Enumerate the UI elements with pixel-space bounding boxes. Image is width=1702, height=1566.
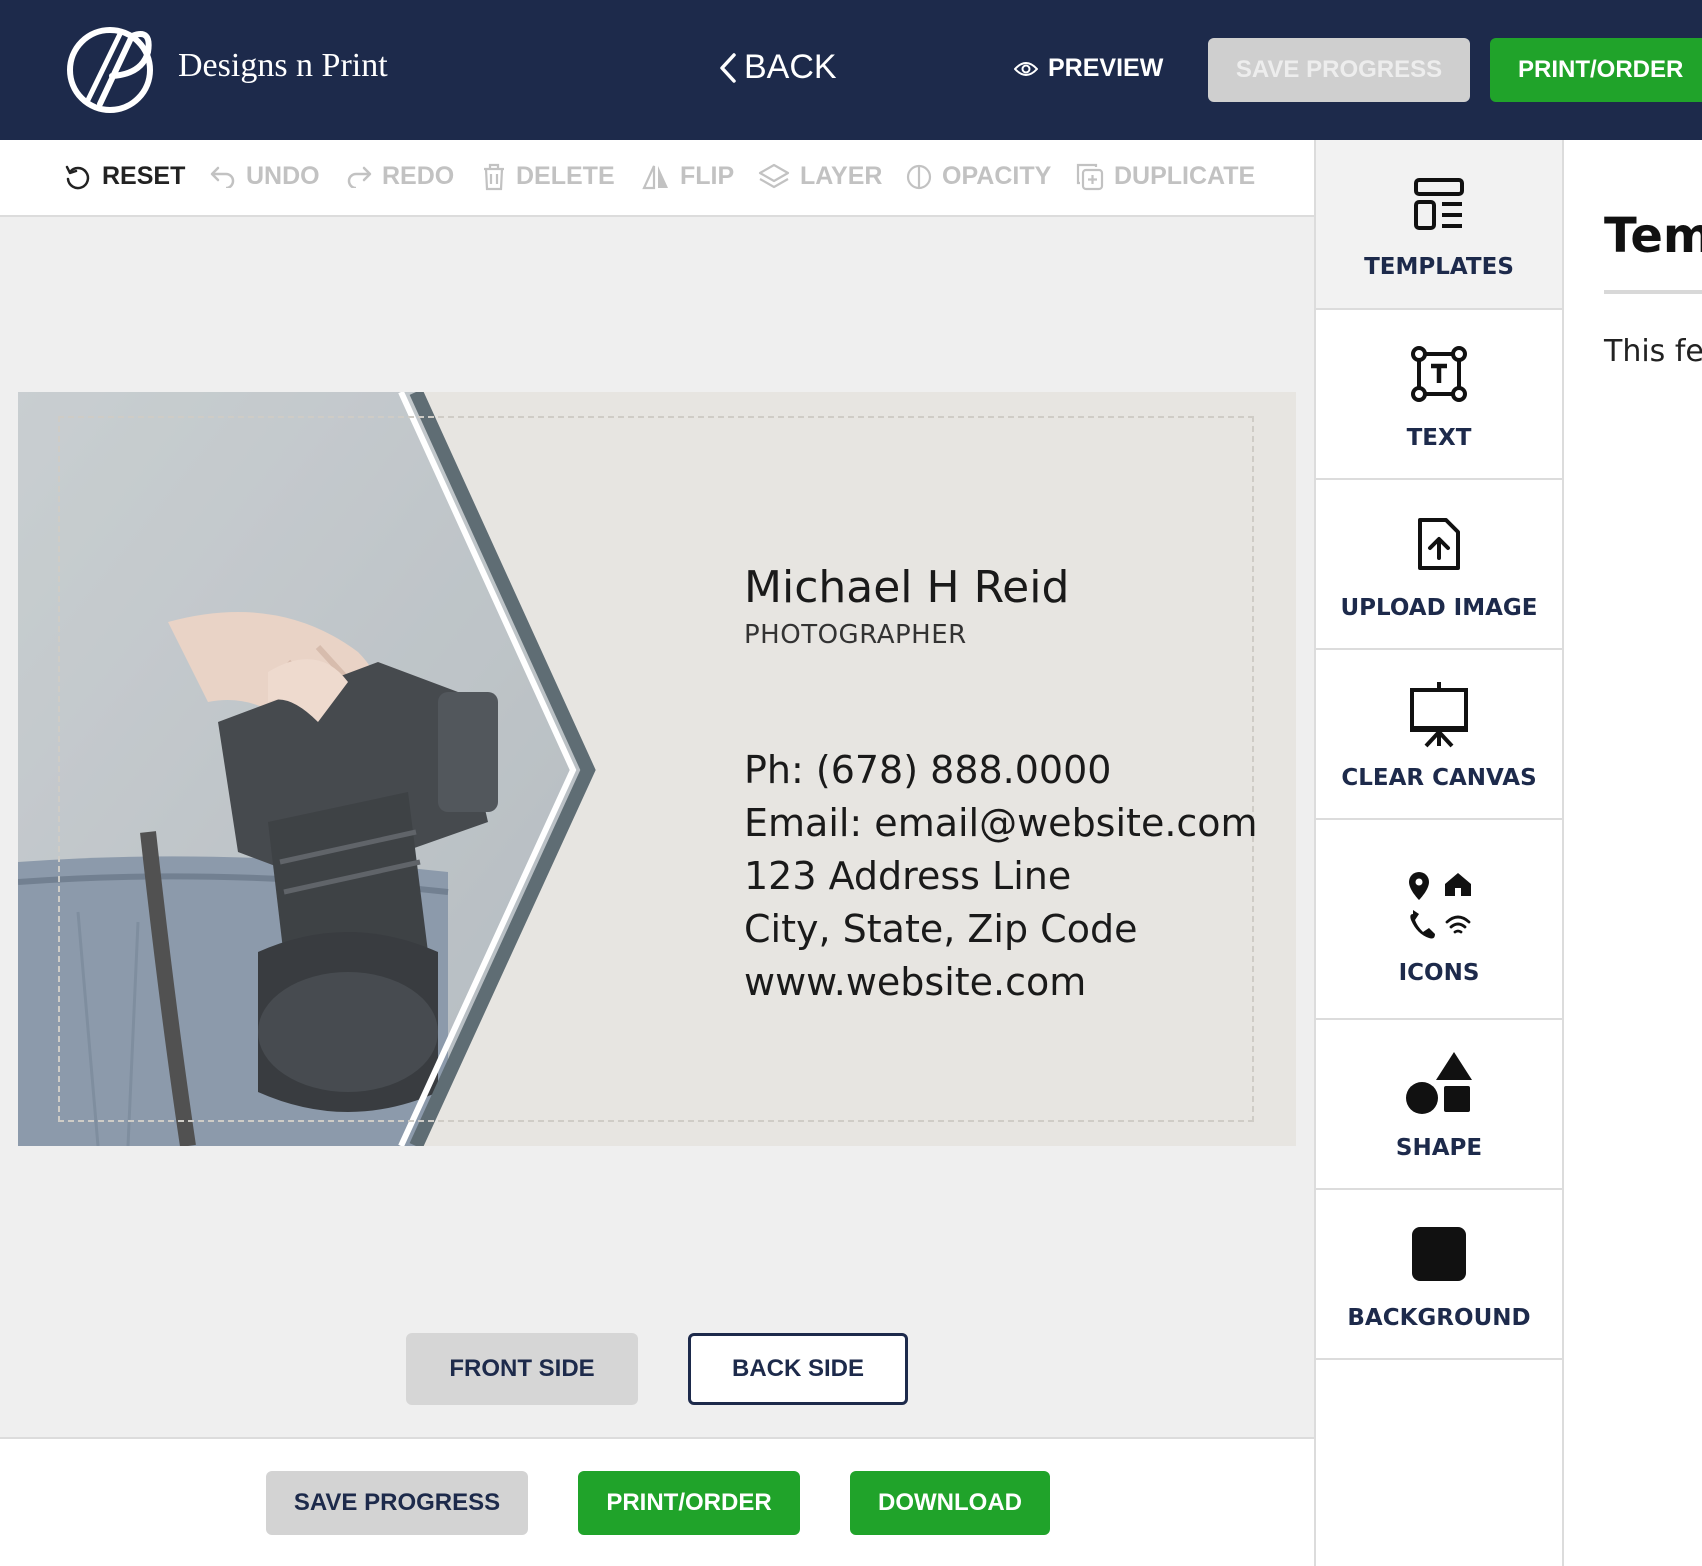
header-print-order-button[interactable]: PRINT/ORDER [1490, 38, 1702, 102]
design-canvas-area: Michael H Reid PHOTOGRAPHER Ph: (678) 88… [0, 217, 1314, 1437]
card-email-text[interactable]: Email: email@website.com [744, 797, 1258, 850]
sidebar-item-templates[interactable]: TEMPLATES [1316, 140, 1562, 310]
sidebar-label-templates: TEMPLATES [1364, 254, 1514, 280]
tools-sidebar: TEMPLATES TEXT UPLOAD IMAGE CLEAR CANVAS [1314, 140, 1564, 1566]
card-website-text[interactable]: www.website.com [744, 956, 1258, 1009]
card-address-text[interactable]: 123 Address Line [744, 850, 1258, 903]
sidebar-label-background: BACKGROUND [1347, 1305, 1531, 1331]
layer-label: LAYER [800, 162, 883, 190]
print-order-button[interactable]: PRINT/ORDER [578, 1471, 800, 1535]
duplicate-icon [1076, 163, 1104, 190]
preview-label: PREVIEW [1048, 54, 1164, 82]
sidebar-item-background[interactable]: BACKGROUND [1316, 1190, 1562, 1360]
card-contact-block[interactable]: Ph: (678) 888.0000 Email: email@website.… [744, 744, 1258, 1009]
background-icon [1412, 1227, 1466, 1281]
redo-label: REDO [382, 162, 455, 190]
panel-title: Temp [1604, 208, 1702, 264]
redo-icon [347, 166, 372, 188]
eye-icon [1014, 61, 1038, 76]
layer-button[interactable]: LAYER [758, 162, 882, 191]
back-button[interactable]: BACK [718, 48, 837, 87]
upload-image-icon [1418, 518, 1460, 570]
undo-icon [210, 166, 235, 188]
sidebar-item-icons[interactable]: ICONS [1316, 820, 1562, 1020]
download-button[interactable]: DOWNLOAD [850, 1471, 1050, 1535]
duplicate-button[interactable]: DUPLICATE [1076, 162, 1255, 191]
card-name-text[interactable]: Michael H Reid [744, 562, 1069, 613]
panel-description: This fea [1604, 334, 1702, 369]
redo-button[interactable]: REDO [346, 162, 454, 191]
panel-divider [1604, 290, 1702, 294]
icons-icon [1409, 872, 1471, 939]
chevron-left-icon [720, 52, 736, 83]
header-save-progress-button[interactable]: SAVE PROGRESS [1208, 38, 1470, 102]
card-title-text[interactable]: PHOTOGRAPHER [744, 620, 967, 650]
card-city-text[interactable]: City, State, Zip Code [744, 903, 1258, 956]
edit-toolbar: RESET UNDO REDO DELETE FLIP LAYER OPACIT… [0, 140, 1314, 217]
shapes-icon [1406, 1052, 1472, 1114]
card-phone-text[interactable]: Ph: (678) 888.0000 [744, 744, 1258, 797]
logo-mark-icon [67, 27, 153, 113]
sidebar-item-clear-canvas[interactable]: CLEAR CANVAS [1316, 650, 1562, 820]
templates-panel: Temp This fea [1564, 140, 1702, 1566]
preview-button[interactable]: PREVIEW [1014, 54, 1163, 83]
back-side-button[interactable]: BACK SIDE [688, 1333, 908, 1405]
delete-label: DELETE [516, 162, 615, 190]
brand-logo[interactable]: Designs n Print [62, 22, 388, 114]
flip-label: FLIP [680, 162, 735, 190]
save-progress-button[interactable]: SAVE PROGRESS [266, 1471, 528, 1535]
top-header: Designs n Print BACK PREVIEW SAVE PROGRE… [0, 0, 1702, 140]
reset-button[interactable]: RESET [64, 162, 185, 191]
business-card-canvas[interactable]: Michael H Reid PHOTOGRAPHER Ph: (678) 88… [18, 392, 1296, 1146]
delete-button[interactable]: DELETE [482, 162, 615, 191]
opacity-icon [906, 164, 932, 189]
sidebar-item-upload-image[interactable]: UPLOAD IMAGE [1316, 480, 1562, 650]
reset-icon [65, 165, 90, 189]
sidebar-label-upload-image: UPLOAD IMAGE [1340, 595, 1538, 621]
brand-name: Designs n Print [178, 47, 388, 84]
front-side-button[interactable]: FRONT SIDE [406, 1333, 638, 1405]
trash-icon [484, 163, 504, 190]
undo-label: UNDO [246, 162, 320, 190]
undo-button[interactable]: UNDO [210, 162, 320, 191]
layers-icon [758, 163, 790, 188]
sidebar-label-text: TEXT [1406, 425, 1472, 451]
templates-icon [1414, 178, 1464, 230]
duplicate-label: DUPLICATE [1114, 162, 1256, 190]
sidebar-label-shape: SHAPE [1395, 1135, 1483, 1161]
easel-icon [1410, 682, 1468, 748]
bottom-action-bar: SAVE PROGRESS PRINT/ORDER DOWNLOAD [0, 1437, 1314, 1566]
reset-label: RESET [102, 162, 186, 190]
sidebar-item-shape[interactable]: SHAPE [1316, 1020, 1562, 1190]
opacity-label: OPACITY [942, 162, 1052, 190]
text-icon [1411, 346, 1467, 402]
flip-button[interactable]: FLIP [642, 162, 734, 191]
sidebar-label-clear-canvas: CLEAR CANVAS [1341, 765, 1537, 791]
sidebar-label-icons: ICONS [1398, 960, 1480, 986]
flip-icon [642, 165, 668, 189]
opacity-button[interactable]: OPACITY [906, 162, 1051, 191]
back-label: BACK [744, 48, 837, 86]
sidebar-item-text[interactable]: TEXT [1316, 310, 1562, 480]
